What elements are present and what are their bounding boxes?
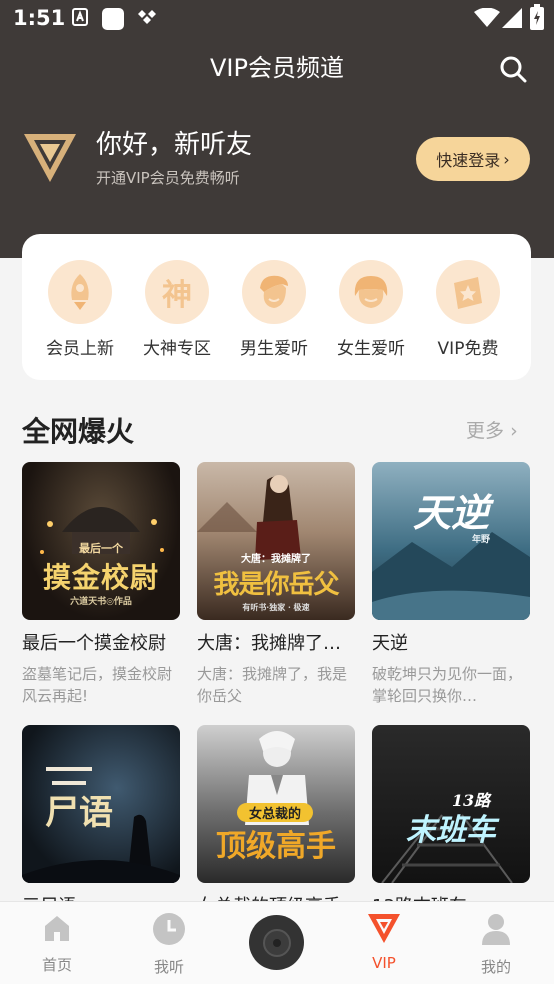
vip-channel-screen: 1:51 VIP会员频道 你好，新听友 开通VIP会员免费畅听 快速登录 › 会… xyxy=(0,0,554,984)
wifi-icon xyxy=(474,8,500,27)
girl-face-icon xyxy=(339,260,403,324)
quick-login-button[interactable]: 快速登录 › xyxy=(416,137,530,181)
battery-icon xyxy=(530,4,544,30)
tab-label: 首页 xyxy=(41,956,72,974)
cover-title: 天逆 xyxy=(412,490,489,535)
tab-home[interactable]: 首页 xyxy=(17,912,97,975)
cover-subtitle: 最后一个 xyxy=(79,542,123,555)
rocket-icon xyxy=(48,260,112,324)
page-title: VIP会员频道 xyxy=(210,54,344,82)
notification-square-icon xyxy=(102,8,124,30)
category-vip-free[interactable]: VIP免费 xyxy=(420,260,516,359)
cover-author: 有听书·独家 · 极速 xyxy=(242,602,310,612)
tab-label: 我的 xyxy=(480,958,511,976)
status-bar: 1:51 xyxy=(0,0,554,38)
cover-subtitle: 大唐：我摊牌了 xyxy=(241,554,311,565)
cover-title: 尸语 xyxy=(45,793,113,833)
category-card: 会员上新 神 大神专区 男生爱听 女生爱听 VIP免费 xyxy=(22,234,531,380)
tab-listening[interactable]: 我听 xyxy=(129,912,209,977)
tab-label: VIP xyxy=(372,954,396,972)
home-icon xyxy=(45,916,69,941)
more-link[interactable]: 更多 › xyxy=(466,416,518,443)
vip-logo-icon xyxy=(368,914,400,943)
bottom-tab-bar: 首页 我听 VIP 我的 xyxy=(0,901,554,984)
book-card[interactable]: 大唐：我摊牌了 我是你岳父 有听书·独家 · 极速 大唐：我摊牌了… 大唐：我摊… xyxy=(197,462,355,707)
book-cover: 尸语 xyxy=(22,725,180,883)
book-desc: 破乾坤只为见你一面，掌轮回只换你… xyxy=(372,665,523,705)
book-desc: 盗墓笔记后，摸金校尉风云再起! xyxy=(22,665,173,705)
vip-star-icon xyxy=(436,260,500,324)
notification-diamond-icon xyxy=(138,10,156,24)
chevron-right-icon: › xyxy=(510,420,518,442)
cover-title: 摸金校尉 xyxy=(42,561,159,594)
category-label: 男生爱听 xyxy=(240,339,308,359)
book-title: 最后一个摸金校尉 xyxy=(22,633,166,654)
category-label: VIP免费 xyxy=(437,339,499,359)
book-card[interactable]: 天逆 年野 天逆 破乾坤只为见你一面，掌轮回只换你… xyxy=(372,462,530,707)
person-icon xyxy=(482,914,510,945)
chevron-right-icon: › xyxy=(503,149,510,169)
greeting-text: 你好，新听友 xyxy=(96,130,253,160)
cover-title: 顶级高手 xyxy=(216,829,336,864)
vip-subtitle: 开通VIP会员免费畅听 xyxy=(96,169,240,187)
clock-icon xyxy=(153,913,185,945)
notification-a-icon xyxy=(72,8,88,26)
category-label: 会员上新 xyxy=(46,339,114,359)
book-card[interactable]: 最后一个 摸金校尉 六道天书◎作品 最后一个摸金校尉 盗墓笔记后，摸金校尉风云再… xyxy=(22,462,180,707)
quick-login-label: 快速登录 xyxy=(436,151,501,170)
book-card[interactable]: 13路 末班车 13路末班车 xyxy=(372,725,530,918)
more-label: 更多 xyxy=(466,420,505,442)
search-icon[interactable] xyxy=(499,55,527,83)
signal-icon xyxy=(502,8,522,28)
category-label: 大神专区 xyxy=(143,339,211,359)
book-cover: 女总裁的 顶级高手 xyxy=(197,725,355,883)
cover-title: 我是你岳父 xyxy=(213,570,339,600)
book-cover: 大唐：我摊牌了 我是你岳父 有听书·独家 · 极速 xyxy=(197,462,355,620)
category-member-new[interactable]: 会员上新 xyxy=(32,260,128,359)
book-title: 大唐：我摊牌了… xyxy=(197,633,341,654)
shen-character-icon: 神 xyxy=(145,260,209,324)
book-cover: 天逆 年野 xyxy=(372,462,530,620)
category-master-zone[interactable]: 神 大神专区 xyxy=(129,260,225,359)
book-desc: 大唐：我摊牌了，我是你岳父 xyxy=(197,665,348,705)
cover-subtitle: 女总裁的 xyxy=(237,803,313,822)
header-panel: 1:51 VIP会员频道 你好，新听友 开通VIP会员免费畅听 快速登录 › xyxy=(0,0,554,258)
cover-title: 末班车 xyxy=(406,813,496,848)
tab-vip[interactable]: VIP xyxy=(344,912,424,972)
cover-author: 六道天书◎作品 xyxy=(70,597,132,607)
section-title: 全网爆火 xyxy=(22,415,135,448)
book-title: 天逆 xyxy=(372,633,408,654)
disc-icon xyxy=(262,928,291,957)
cover-author: 年野 xyxy=(471,535,490,545)
book-cover: 13路 末班车 xyxy=(372,725,530,883)
category-label: 女生爱听 xyxy=(337,339,405,359)
tab-label: 我听 xyxy=(153,958,184,976)
category-girls-favorite[interactable]: 女生爱听 xyxy=(323,260,419,359)
vip-badge-icon xyxy=(24,134,76,182)
book-card[interactable]: 女总裁的 顶级高手 女总裁的顶级高手 xyxy=(197,725,355,918)
tab-mine[interactable]: 我的 xyxy=(456,912,536,977)
player-disc-button[interactable] xyxy=(249,915,304,970)
boy-face-icon xyxy=(242,260,306,324)
category-boys-favorite[interactable]: 男生爱听 xyxy=(226,260,322,359)
book-card[interactable]: 尸语 三尸语 xyxy=(22,725,180,918)
book-cover: 最后一个 摸金校尉 六道天书◎作品 xyxy=(22,462,180,620)
status-time: 1:51 xyxy=(13,6,66,30)
